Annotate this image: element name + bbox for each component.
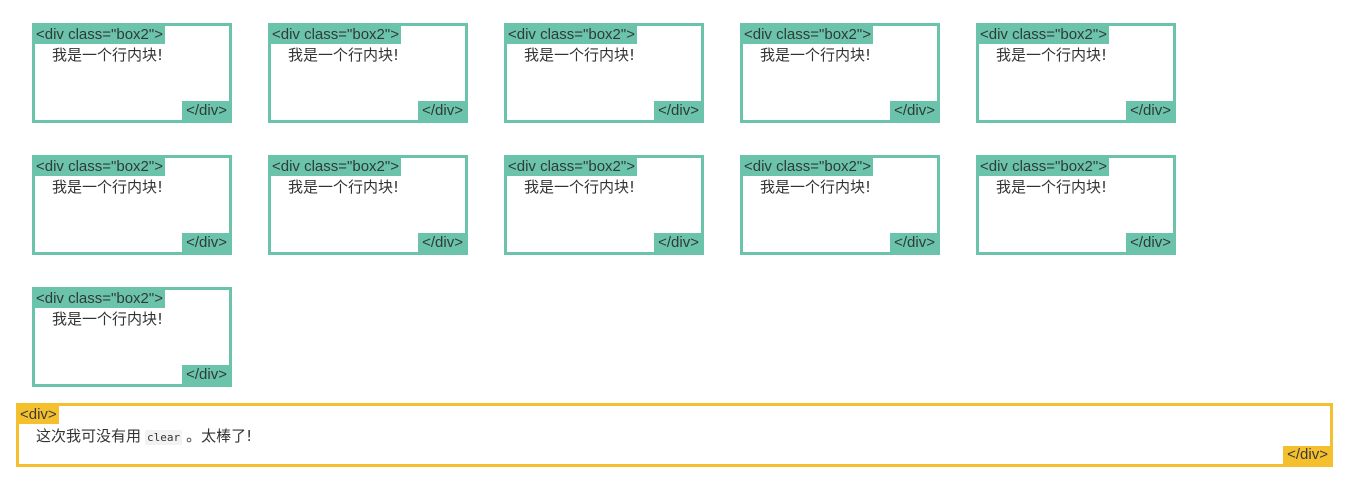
box-text: 我是一个行内块! xyxy=(524,46,636,64)
box2-item-9: <div class="box2"> 我是一个行内块! </div> xyxy=(740,155,940,255)
close-tag-label: </div> xyxy=(418,233,465,252)
box2-item-10: <div class="box2"> 我是一个行内块! </div> xyxy=(976,155,1176,255)
inline-code-clear: clear xyxy=(145,430,183,445)
box-text: 我是一个行内块! xyxy=(760,178,872,196)
open-tag-label: <div class="box2"> xyxy=(35,290,165,308)
box2-item-11: <div class="box2"> 我是一个行内块! </div> xyxy=(32,287,232,387)
box-text: 我是一个行内块! xyxy=(524,178,636,196)
open-tag-label: <div class="box2"> xyxy=(979,26,1109,44)
box-text: 我是一个行内块! xyxy=(288,178,400,196)
open-tag-label: <div class="box2"> xyxy=(35,26,165,44)
box-text: 我是一个行内块! xyxy=(760,46,872,64)
open-tag-label: <div class="box2"> xyxy=(743,158,873,176)
close-tag-label: </div> xyxy=(182,365,229,384)
box2-item-6: <div class="box2"> 我是一个行内块! </div> xyxy=(32,155,232,255)
open-tag-label: <div class="box2"> xyxy=(979,158,1109,176)
outer-text-after: 。太棒了! xyxy=(186,427,253,445)
box2-item-4: <div class="box2"> 我是一个行内块! </div> xyxy=(740,23,940,123)
box-text: 我是一个行内块! xyxy=(996,46,1108,64)
open-tag-label: <div class="box2"> xyxy=(507,158,637,176)
close-tag-label: </div> xyxy=(418,101,465,120)
close-tag-label: </div> xyxy=(1126,233,1173,252)
box2-item-5: <div class="box2"> 我是一个行内块! </div> xyxy=(976,23,1176,123)
outer-open-tag-label: <div> xyxy=(19,406,59,424)
box-text: 我是一个行内块! xyxy=(996,178,1108,196)
box-text: 我是一个行内块! xyxy=(52,46,164,64)
open-tag-label: <div class="box2"> xyxy=(743,26,873,44)
box2-item-2: <div class="box2"> 我是一个行内块! </div> xyxy=(268,23,468,123)
close-tag-label: </div> xyxy=(654,233,701,252)
box2-item-7: <div class="box2"> 我是一个行内块! </div> xyxy=(268,155,468,255)
open-tag-label: <div class="box2"> xyxy=(35,158,165,176)
box-text: 我是一个行内块! xyxy=(52,310,164,328)
open-tag-label: <div class="box2"> xyxy=(507,26,637,44)
close-tag-label: </div> xyxy=(1126,101,1173,120)
outer-container-div: <div> 这次我可没有用 clear 。太棒了! </div> xyxy=(16,403,1333,467)
close-tag-label: </div> xyxy=(654,101,701,120)
outer-close-tag-label: </div> xyxy=(1283,446,1330,464)
open-tag-label: <div class="box2"> xyxy=(271,26,401,44)
close-tag-label: </div> xyxy=(182,101,229,120)
box2-item-8: <div class="box2"> 我是一个行内块! </div> xyxy=(504,155,704,255)
box-text: 我是一个行内块! xyxy=(52,178,164,196)
close-tag-label: </div> xyxy=(890,101,937,120)
box2-item-3: <div class="box2"> 我是一个行内块! </div> xyxy=(504,23,704,123)
outer-description: 这次我可没有用 clear 。太棒了! xyxy=(36,426,252,448)
close-tag-label: </div> xyxy=(890,233,937,252)
box2-item-1: <div class="box2"> 我是一个行内块! </div> xyxy=(32,23,232,123)
box-text: 我是一个行内块! xyxy=(288,46,400,64)
open-tag-label: <div class="box2"> xyxy=(271,158,401,176)
close-tag-label: </div> xyxy=(182,233,229,252)
page-canvas: <div class="box2"> 我是一个行内块! </div> <div … xyxy=(0,0,1345,482)
outer-text-before: 这次我可没有用 xyxy=(36,427,142,445)
